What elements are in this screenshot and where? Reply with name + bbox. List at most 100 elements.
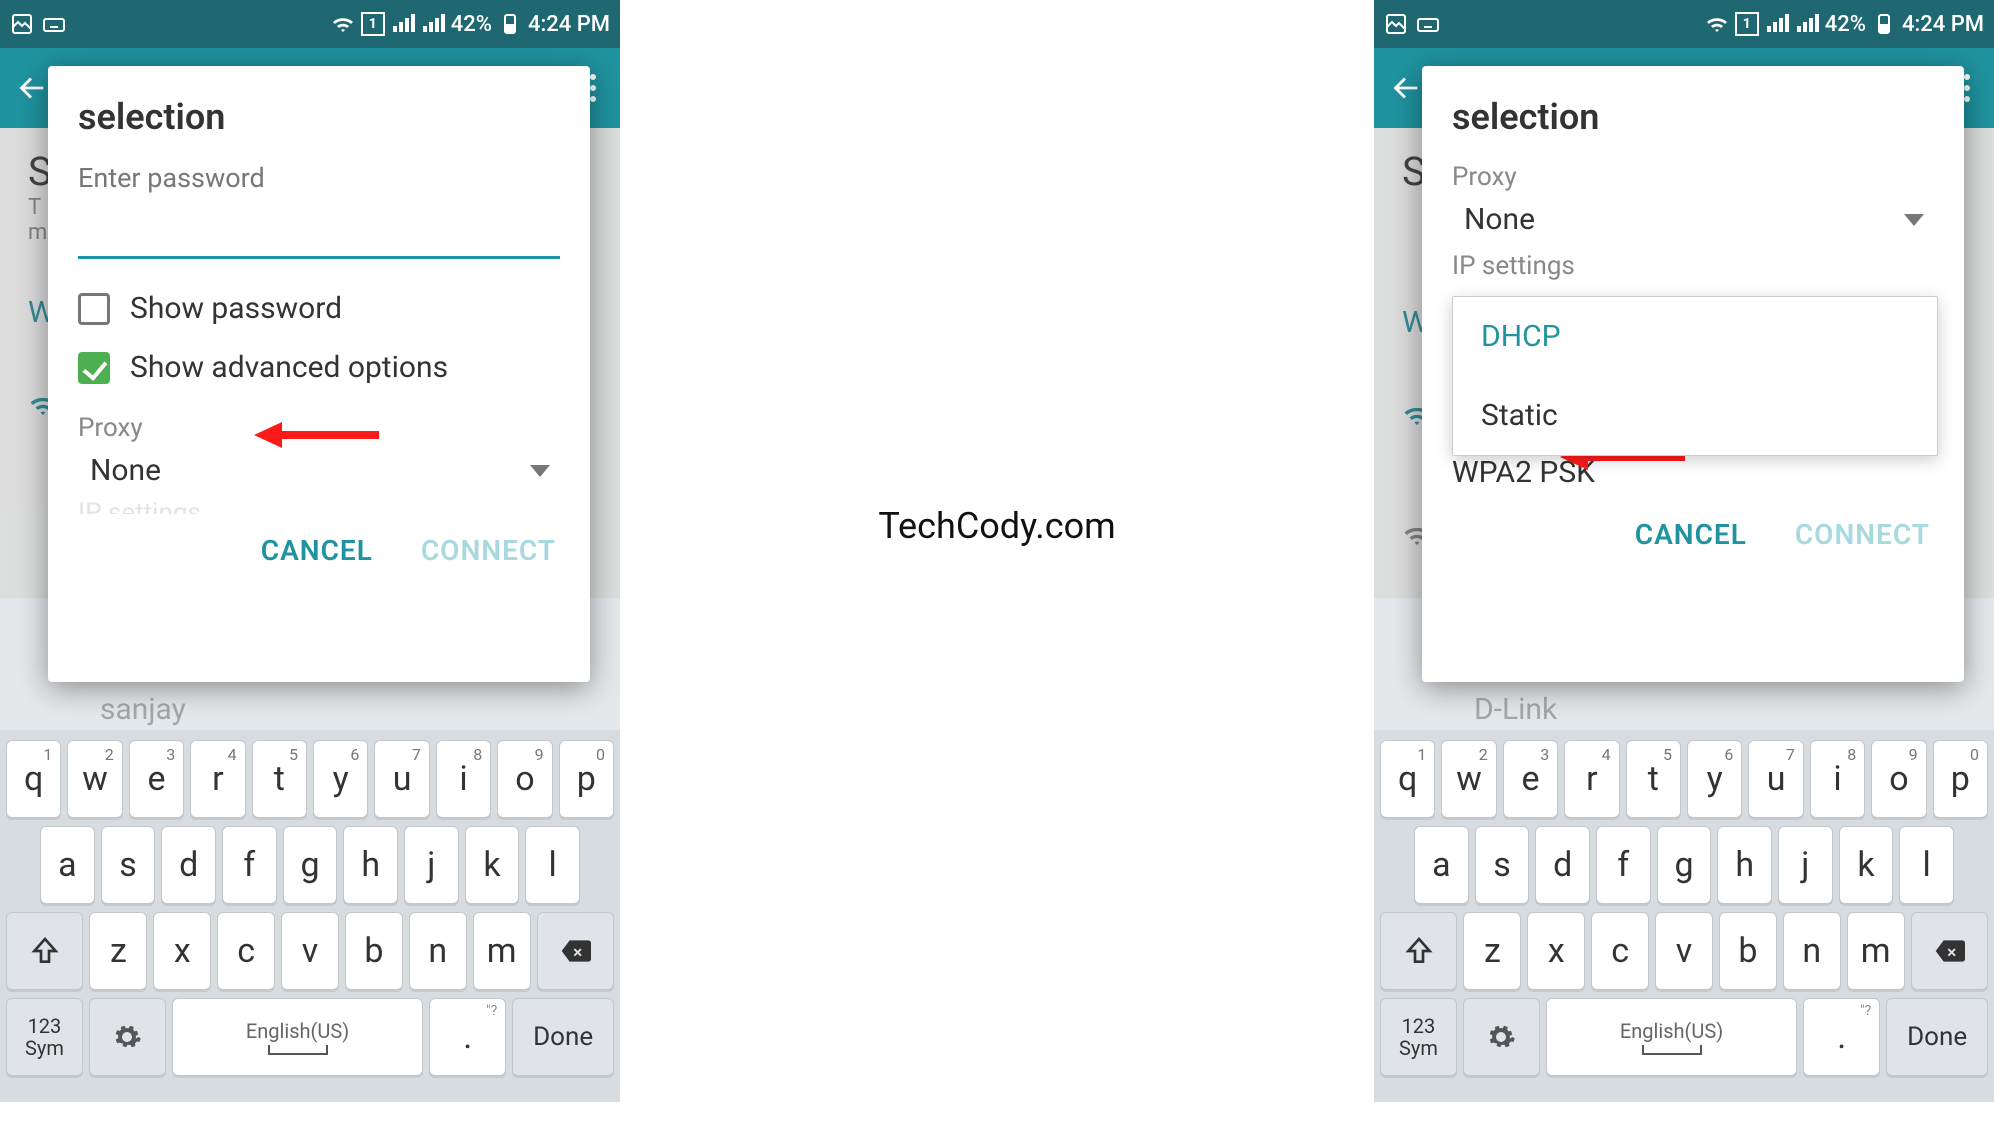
key-k[interactable]: k [1839, 826, 1894, 904]
battery-percent: 42% [1825, 12, 1866, 37]
key-s[interactable]: s [101, 826, 156, 904]
settings-key[interactable] [1463, 998, 1540, 1076]
key-a[interactable]: a [40, 826, 95, 904]
key-k[interactable]: k [465, 826, 520, 904]
password-input[interactable] [78, 212, 560, 259]
ip-option-static[interactable]: Static [1453, 376, 1937, 455]
ip-settings-label: IP settings [1422, 243, 1964, 287]
key-g[interactable]: g [283, 826, 338, 904]
backspace-key[interactable] [537, 912, 614, 990]
key-i[interactable]: i8 [436, 740, 491, 818]
key-v[interactable]: v [281, 912, 339, 990]
sim-indicator: 1 [361, 12, 385, 36]
proxy-dropdown[interactable]: None [48, 449, 590, 494]
key-t[interactable]: t5 [1626, 740, 1681, 818]
signal-icon-2 [1795, 12, 1819, 36]
key-s[interactable]: s [1475, 826, 1530, 904]
done-key[interactable]: Done [1886, 998, 1988, 1076]
key-v[interactable]: v [1655, 912, 1713, 990]
key-d[interactable]: d [1535, 826, 1590, 904]
key-x[interactable]: x [1527, 912, 1585, 990]
symbol-key[interactable]: 123Sym [6, 998, 83, 1076]
key-n[interactable]: n [409, 912, 467, 990]
key-q[interactable]: q1 [6, 740, 61, 818]
back-icon[interactable] [12, 68, 52, 108]
wifi-icon [331, 12, 355, 36]
key-z[interactable]: z [1463, 912, 1521, 990]
signal-icon-2 [421, 12, 445, 36]
key-c[interactable]: c [1591, 912, 1649, 990]
key-w[interactable]: w2 [1441, 740, 1496, 818]
proxy-section-label: Proxy [1422, 162, 1964, 198]
key-f[interactable]: f [1596, 826, 1651, 904]
key-b[interactable]: b [345, 912, 403, 990]
screenshot-right: 1 42% 4:24 PM S W selection Proxy None I… [1374, 0, 1994, 1102]
shift-key[interactable] [1380, 912, 1457, 990]
proxy-dropdown[interactable]: None [1422, 198, 1964, 243]
clock: 4:24 PM [528, 12, 610, 37]
key-u[interactable]: u7 [1748, 740, 1803, 818]
key-y[interactable]: y6 [1687, 740, 1742, 818]
battery-percent: 42% [451, 12, 492, 37]
space-key[interactable]: English(US) [1546, 998, 1798, 1076]
key-q[interactable]: q1 [1380, 740, 1435, 818]
key-n[interactable]: n [1783, 912, 1841, 990]
key-r[interactable]: r4 [190, 740, 245, 818]
key-z[interactable]: z [89, 912, 147, 990]
key-e[interactable]: e3 [129, 740, 184, 818]
key-i[interactable]: i8 [1810, 740, 1865, 818]
show-password-label: Show password [130, 291, 342, 326]
annotation-arrow-icon [254, 420, 384, 450]
key-g[interactable]: g [1657, 826, 1712, 904]
key-l[interactable]: l [1899, 826, 1954, 904]
soft-keyboard: q1w2e3r4t5y6u7i8o9p0 asdfghjkl zxcvbnm 1… [1374, 730, 1994, 1102]
wifi-connect-dialog: selection Proxy None IP settings Securit… [1422, 66, 1964, 682]
key-m[interactable]: m [473, 912, 531, 990]
key-c[interactable]: c [217, 912, 275, 990]
show-password-checkbox[interactable] [78, 293, 110, 325]
dialog-title: selection [48, 96, 590, 162]
keyboard-indicator-icon [1416, 12, 1440, 36]
back-icon[interactable] [1386, 68, 1426, 108]
key-h[interactable]: h [1717, 826, 1772, 904]
space-key[interactable]: English(US) [172, 998, 424, 1076]
key-j[interactable]: j [1778, 826, 1833, 904]
signal-icon-1 [391, 12, 415, 36]
shift-key[interactable] [6, 912, 83, 990]
sim-indicator: 1 [1735, 12, 1759, 36]
security-value: WPA2 PSK [1422, 451, 1964, 498]
key-r[interactable]: r4 [1564, 740, 1619, 818]
symbol-key[interactable]: 123Sym [1380, 998, 1457, 1076]
key-y[interactable]: y6 [313, 740, 368, 818]
key-e[interactable]: e3 [1503, 740, 1558, 818]
period-key[interactable]: ."? [429, 998, 506, 1076]
cancel-button[interactable]: CANCEL [1635, 518, 1747, 551]
show-advanced-checkbox[interactable] [78, 352, 110, 384]
key-t[interactable]: t5 [252, 740, 307, 818]
ip-option-dhcp[interactable]: DHCP [1453, 297, 1937, 376]
key-b[interactable]: b [1719, 912, 1777, 990]
key-p[interactable]: p0 [559, 740, 614, 818]
cancel-button[interactable]: CANCEL [261, 534, 373, 567]
key-m[interactable]: m [1847, 912, 1905, 990]
key-x[interactable]: x [153, 912, 211, 990]
key-l[interactable]: l [525, 826, 580, 904]
key-d[interactable]: d [161, 826, 216, 904]
key-a[interactable]: a [1414, 826, 1469, 904]
key-w[interactable]: w2 [67, 740, 122, 818]
key-u[interactable]: u7 [374, 740, 429, 818]
period-key[interactable]: ."? [1803, 998, 1880, 1076]
backspace-key[interactable] [1911, 912, 1988, 990]
key-f[interactable]: f [222, 826, 277, 904]
key-o[interactable]: o9 [497, 740, 552, 818]
chevron-down-icon [1904, 214, 1924, 226]
key-p[interactable]: p0 [1933, 740, 1988, 818]
connect-button[interactable]: CONNECT [421, 534, 556, 567]
done-key[interactable]: Done [512, 998, 614, 1076]
show-advanced-label: Show advanced options [130, 350, 448, 385]
settings-key[interactable] [89, 998, 166, 1076]
key-o[interactable]: o9 [1871, 740, 1926, 818]
key-j[interactable]: j [404, 826, 459, 904]
key-h[interactable]: h [343, 826, 398, 904]
connect-button[interactable]: CONNECT [1795, 518, 1930, 551]
